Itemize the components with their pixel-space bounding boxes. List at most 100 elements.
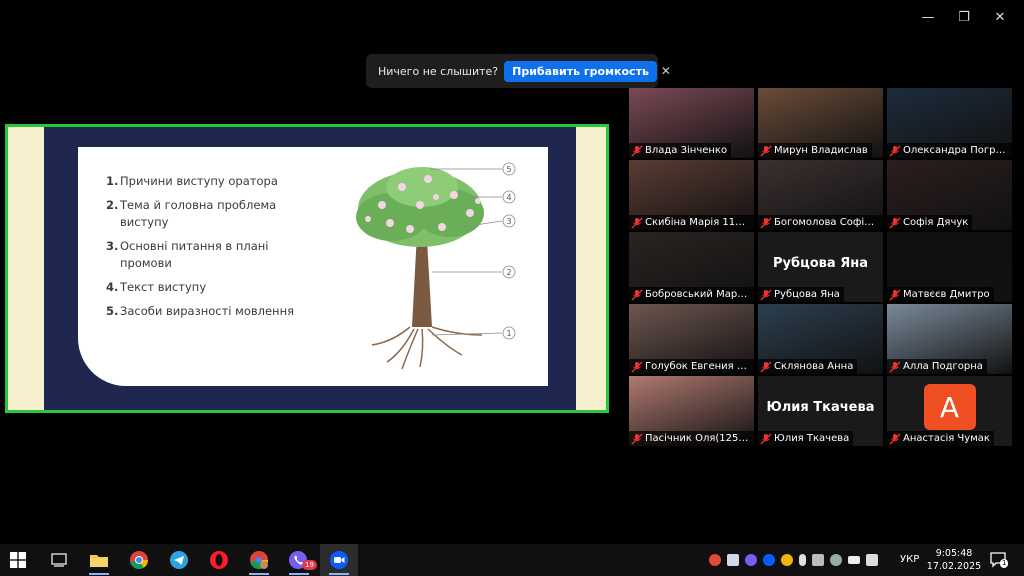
tray-chrome-icon[interactable]: [781, 554, 793, 566]
participant-display-name: Юлия Ткачева: [766, 400, 875, 415]
restore-button[interactable]: ❐: [946, 6, 982, 28]
chrome-profile-button[interactable]: [240, 544, 278, 576]
participant-tile[interactable]: Софія Дячук: [887, 160, 1012, 230]
participant-name: Рубцова Яна: [774, 289, 840, 300]
participant-name-bar: Бобровський Марк...: [629, 287, 754, 302]
zoom-icon: [330, 551, 348, 569]
tray-zoom-icon[interactable]: [763, 554, 775, 566]
participant-display-name: Рубцова Яна: [773, 256, 868, 271]
muted-mic-icon: [631, 289, 643, 300]
participant-tile[interactable]: Пасічник Оля(125 ...: [629, 376, 754, 446]
participant-name: Влада Зінченко: [645, 145, 728, 156]
participant-name: Олександра Погребняк: [903, 145, 1008, 156]
notice-close-icon[interactable]: ✕: [657, 64, 675, 78]
participant-name-bar: Скибіна Марія 115 ...: [629, 215, 754, 230]
participant-name-bar: Мирун Владислав: [758, 143, 872, 158]
chrome-icon: [130, 551, 148, 570]
participant-name: Алла Подгорна: [903, 361, 983, 372]
notice-message: Ничего не слышите?: [378, 64, 499, 78]
participant-tile[interactable]: Мирун Владислав: [758, 88, 883, 158]
participant-name-bar: Олександра Погребняк: [887, 143, 1012, 158]
muted-mic-icon: [889, 433, 901, 444]
participant-name-bar: Софія Дячук: [887, 215, 973, 230]
participant-tile[interactable]: Богомолова Софія ...: [758, 160, 883, 230]
participant-name-bar: Пасічник Оля(125 ...: [629, 431, 754, 446]
viber-button[interactable]: 19: [280, 544, 318, 576]
slide-list: 1. Причини виступу оратора 2. Тема й голов…: [106, 173, 306, 327]
close-window-button[interactable]: ✕: [982, 6, 1018, 28]
audio-notice-banner: Ничего не слышите? Прибавить громкость ✕: [366, 54, 671, 88]
participant-tile[interactable]: Алла Подгорна: [887, 304, 1012, 374]
slide-background: 1. Причини виступу оратора 2. Тема й голов…: [44, 127, 576, 410]
tray-app-red-icon[interactable]: [709, 554, 721, 566]
participant-tile[interactable]: Юлия Ткачева Юлия Ткачева: [758, 376, 883, 446]
tree-label-4: 4: [506, 193, 511, 202]
system-clock[interactable]: 9:05:48 17.02.2025: [926, 547, 982, 573]
slide-card: 1. Причини виступу оратора 2. Тема й голов…: [78, 147, 548, 386]
folder-icon: [90, 555, 108, 567]
participant-name-bar: Юлия Ткачева: [758, 431, 854, 446]
clock-time: 9:05:48: [935, 548, 973, 559]
notification-center-button[interactable]: 1: [990, 552, 1009, 568]
participant-tile[interactable]: Склянова Анна: [758, 304, 883, 374]
chrome-button[interactable]: [120, 544, 158, 576]
participant-tile[interactable]: Скибіна Марія 115 ...: [629, 160, 754, 230]
language-indicator[interactable]: УКР: [900, 554, 919, 565]
tray-microphone-icon[interactable]: [799, 554, 806, 566]
participant-name-bar: Склянова Анна: [758, 359, 858, 374]
participant-name: Скибіна Марія 115 ...: [645, 217, 750, 228]
participant-tile[interactable]: Матвєєв Дмитро: [887, 232, 1012, 302]
participant-tile[interactable]: Олександра Погребняк: [887, 88, 1012, 158]
tree-label-5: 5: [506, 165, 511, 174]
opera-button[interactable]: [200, 544, 238, 576]
taskbar: 19 УКР 9:05:48 17.02.2025 1: [0, 544, 1024, 576]
participant-name: Мирун Владислав: [774, 145, 868, 156]
tree-illustration: 5 4 3 2 1: [356, 162, 516, 370]
tray-viber-icon[interactable]: [745, 554, 757, 566]
muted-mic-icon: [760, 145, 772, 156]
participant-name-bar: Голубок Евгения 115: [629, 359, 754, 374]
participant-tile[interactable]: Бобровський Марк...: [629, 232, 754, 302]
participant-tile[interactable]: A Анастасія Чумак: [887, 376, 1012, 446]
shared-screen[interactable]: 1. Причини виступу оратора 2. Тема й голов…: [5, 124, 609, 413]
muted-mic-icon: [760, 289, 772, 300]
muted-mic-icon: [889, 217, 901, 228]
participant-tile[interactable]: Рубцова Яна Рубцова Яна: [758, 232, 883, 302]
muted-mic-icon: [631, 433, 643, 444]
muted-mic-icon: [760, 433, 772, 444]
participant-name-bar: Богомолова Софія ...: [758, 215, 883, 230]
muted-mic-icon: [631, 217, 643, 228]
participant-name-bar: Анастасія Чумак: [887, 431, 994, 446]
participant-name: Анастасія Чумак: [903, 433, 990, 444]
tray-steam-icon[interactable]: [830, 554, 842, 566]
minimize-button[interactable]: —: [910, 6, 946, 28]
participant-name-bar: Влада Зінченко: [629, 143, 732, 158]
participant-tile[interactable]: Голубок Евгения 115: [629, 304, 754, 374]
muted-mic-icon: [631, 361, 643, 372]
windows-start-icon[interactable]: [10, 552, 26, 568]
zoom-button[interactable]: [320, 544, 358, 576]
tree-label-3: 3: [506, 217, 511, 226]
participant-name: Софія Дячук: [903, 217, 969, 228]
tree-label-1: 1: [506, 329, 511, 338]
telegram-icon: [170, 551, 188, 569]
participant-tile[interactable]: Влада Зінченко: [629, 88, 754, 158]
increase-volume-button[interactable]: Прибавить громкость: [504, 60, 657, 82]
viber-badge: 19: [302, 560, 317, 570]
chrome-profile-icon: [250, 551, 268, 570]
participant-name: Склянова Анна: [774, 361, 854, 372]
participant-name: Бобровський Марк...: [645, 289, 750, 300]
task-view-icon: [51, 553, 67, 567]
tray-wifi-icon[interactable]: [812, 554, 824, 566]
tray-network-devices-icon[interactable]: [727, 554, 739, 566]
file-explorer-button[interactable]: [80, 544, 118, 576]
slide-list-item: 2. Тема й головна проблема виступу: [106, 198, 277, 229]
telegram-button[interactable]: [160, 544, 198, 576]
participant-name-bar: Алла Подгорна: [887, 359, 987, 374]
tray-volume-muted-icon[interactable]: [866, 554, 878, 566]
tray-battery-icon[interactable]: [848, 556, 860, 564]
participant-name-bar: Матвєєв Дмитро: [887, 287, 994, 302]
muted-mic-icon: [760, 217, 772, 228]
task-view-button[interactable]: [40, 544, 78, 576]
clock-date: 17.02.2025: [926, 561, 982, 572]
